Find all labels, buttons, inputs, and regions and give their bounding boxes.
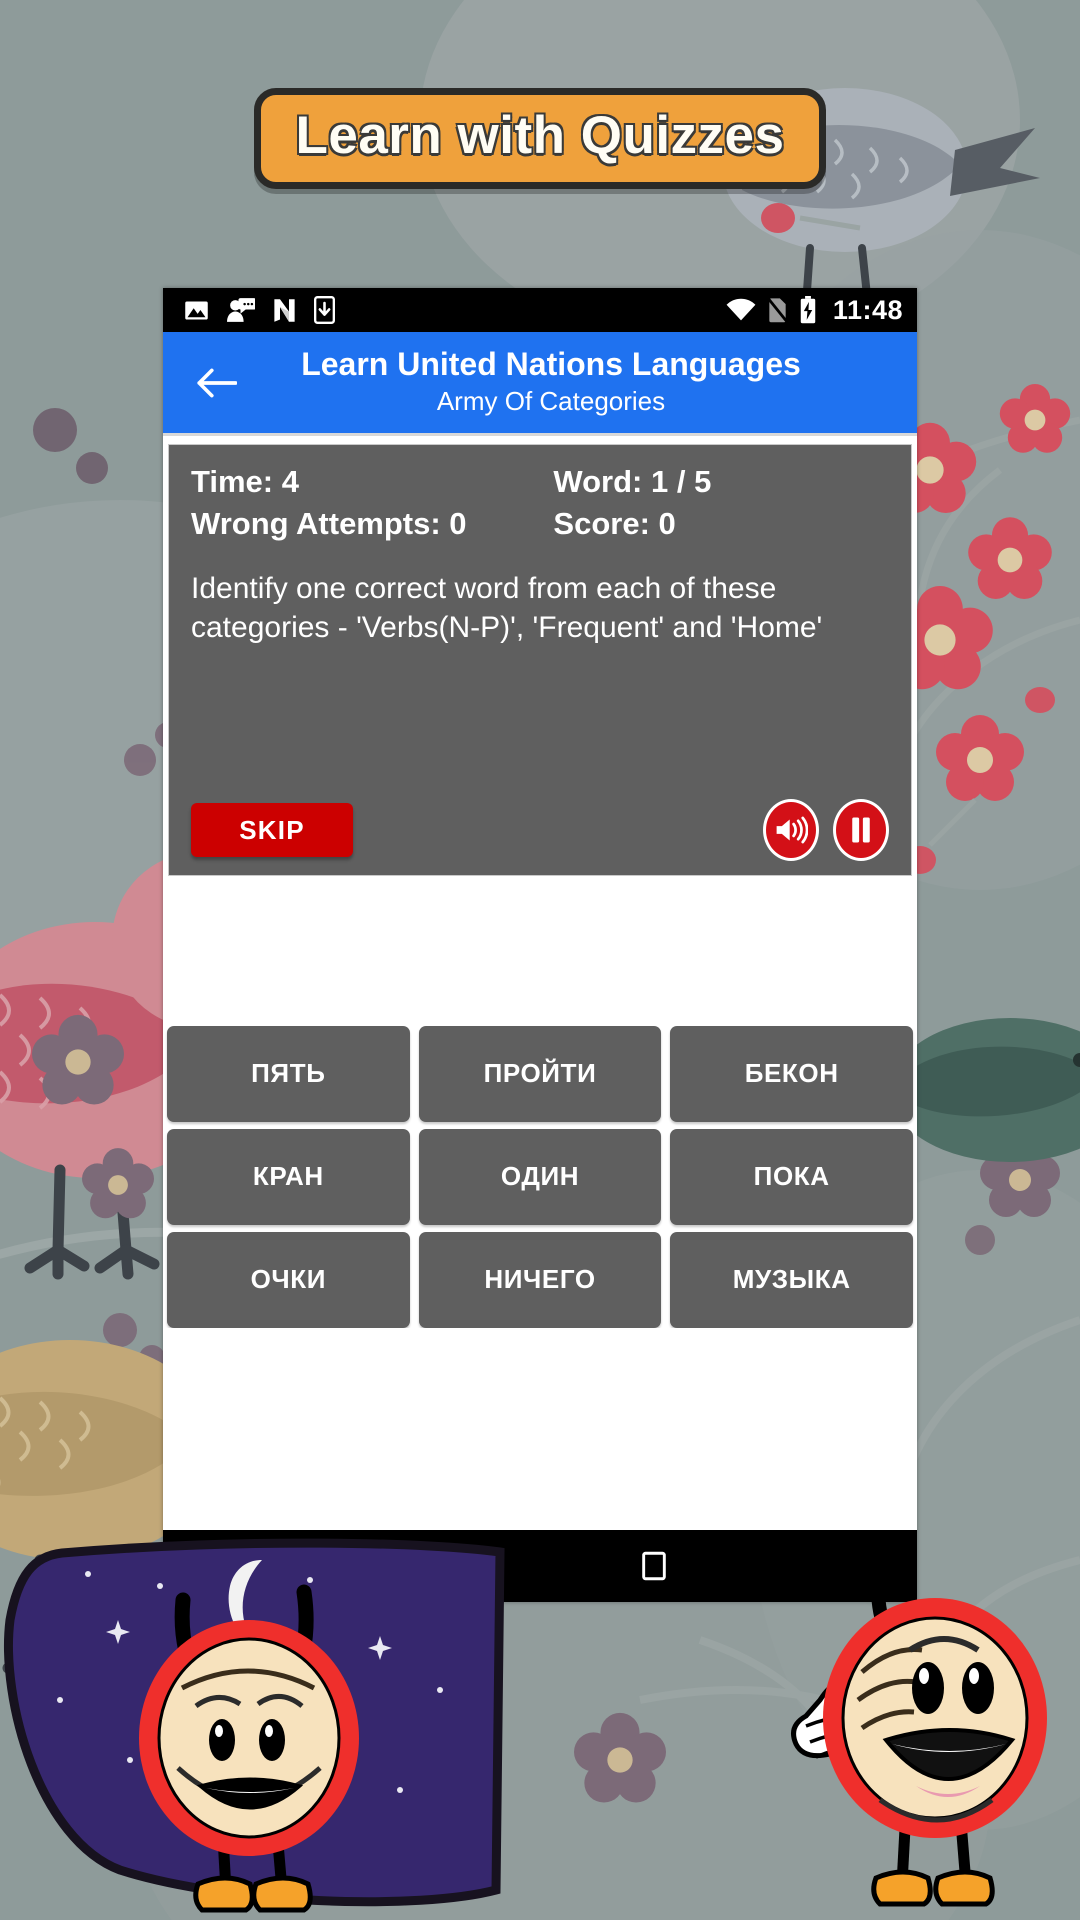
recents-square-icon: [642, 1551, 666, 1581]
sound-button[interactable]: [763, 799, 819, 861]
question-instruction: Identify one correct word from each of t…: [191, 571, 823, 644]
back-button[interactable]: [179, 366, 253, 400]
wrong-attempts-label: Wrong Attempts: 0: [191, 505, 467, 541]
answer-area-bottom-spacer: [163, 1327, 917, 1530]
promo-banner: Learn with Quizzes: [0, 88, 1080, 189]
answer-area-top-spacer: [163, 876, 917, 1026]
pause-icon: [852, 817, 870, 843]
netflix-n-icon: [274, 298, 295, 322]
app-content: Time: 4 Word: 1 / 5 Wrong Attempts: 0 Sc…: [163, 436, 917, 1530]
answer-option[interactable]: МУЗЫКА: [670, 1231, 913, 1328]
phone-screenshot: 11:48 Learn United Nations Languages Arm…: [163, 288, 917, 1602]
answer-option[interactable]: ПОКА: [670, 1128, 913, 1225]
status-bar-right-icons: 11:48: [726, 295, 903, 326]
stats-row-1: Time: 4 Word: 1 / 5: [191, 461, 889, 503]
app-bar: Learn United Nations Languages Army Of C…: [163, 332, 917, 436]
status-bar-clock: 11:48: [832, 294, 903, 325]
question-controls: SKIP: [191, 799, 889, 861]
skip-button[interactable]: SKIP: [191, 803, 353, 857]
stats-row-2: Wrong Attempts: 0 Score: 0: [191, 503, 889, 545]
pause-button[interactable]: [833, 799, 889, 861]
promo-banner-box: Learn with Quizzes: [254, 88, 826, 189]
status-bar-left-icons: [183, 296, 335, 324]
no-sim-icon: [766, 297, 788, 323]
wifi-icon: [726, 298, 756, 321]
answer-option[interactable]: ОЧКИ: [167, 1231, 410, 1328]
word-counter-label: Word: 1 / 5: [553, 464, 712, 499]
question-panel: Time: 4 Word: 1 / 5 Wrong Attempts: 0 Sc…: [168, 444, 912, 876]
recents-button[interactable]: [639, 1549, 669, 1583]
system-nav-bar: [163, 1530, 917, 1602]
score-label: Score: 0: [553, 505, 676, 541]
answer-option[interactable]: КРАН: [167, 1128, 410, 1225]
image-icon: [185, 301, 208, 319]
page-title: Learn United Nations Languages: [301, 346, 801, 383]
battery-charging-icon: [800, 296, 816, 324]
time-label: Time: 4: [191, 464, 299, 499]
promo-banner-text: Learn with Quizzes: [295, 106, 785, 165]
back-arrow-icon: [197, 368, 237, 397]
media-controls: [763, 799, 889, 861]
answer-option[interactable]: ОДИН: [418, 1128, 662, 1225]
answer-option[interactable]: ПРОЙТИ: [418, 1025, 662, 1122]
app-bar-titles: Learn United Nations Languages Army Of C…: [253, 346, 907, 417]
answer-option[interactable]: НИЧЕГО: [418, 1231, 662, 1328]
download-to-phone-icon: [314, 296, 335, 324]
answer-option[interactable]: ПЯТЬ: [167, 1025, 410, 1122]
answer-option[interactable]: БЕКОН: [670, 1025, 913, 1122]
speaker-volume-icon: [776, 816, 808, 844]
answer-grid: ПЯТЬ ПРОЙТИ БЕКОН КРАН ОДИН ПОКА ОЧКИ НИ…: [163, 1025, 917, 1328]
person-message-icon: [227, 297, 255, 322]
page-subtitle: Army Of Categories: [436, 386, 666, 417]
status-bar: 11:48: [163, 288, 917, 332]
home-button[interactable]: [411, 1548, 443, 1584]
home-circle-icon: [413, 1550, 441, 1582]
